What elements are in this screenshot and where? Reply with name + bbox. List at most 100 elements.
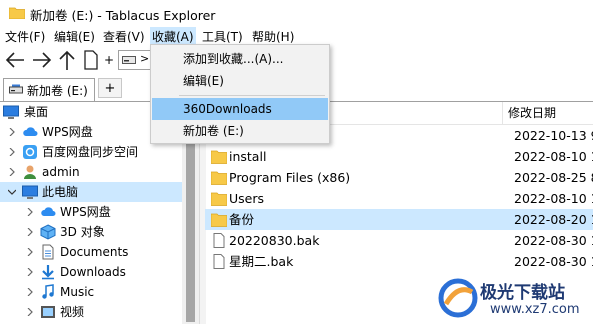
tree-item-wps-cloud-2[interactable]: WPS网盘 bbox=[0, 202, 182, 222]
menu-item-label: 编辑(E) bbox=[183, 74, 224, 88]
file-name: 星期二.bak bbox=[229, 254, 294, 269]
address-bar[interactable]: > bbox=[118, 50, 154, 70]
tree-label: 3D 对象 bbox=[60, 225, 105, 239]
favorites-dropdown-menu: 添加到收藏...(A)... 编辑(E) 360Downloads 新加卷 (E… bbox=[150, 44, 330, 144]
tree-label: 百度网盘同步空间 bbox=[42, 145, 139, 159]
scrollbar-thumb[interactable] bbox=[186, 122, 195, 322]
menu-view[interactable]: 查看(V) bbox=[101, 27, 147, 47]
tree-item-this-pc[interactable]: 此电脑 bbox=[0, 182, 182, 202]
folder-icon bbox=[211, 171, 227, 185]
chevron-right-icon[interactable] bbox=[26, 268, 34, 276]
tree-label: WPS网盘 bbox=[42, 125, 93, 139]
chevron-right-icon[interactable] bbox=[26, 288, 34, 296]
chevron-right-icon[interactable] bbox=[26, 248, 34, 256]
tree-label: Documents bbox=[60, 245, 129, 259]
watermark-logo-icon bbox=[438, 278, 478, 318]
file-name: 备份 bbox=[229, 212, 255, 227]
tree-item-3d-objects[interactable]: 3D 对象 bbox=[0, 222, 182, 242]
arrow-up-icon bbox=[59, 50, 75, 70]
menu-file[interactable]: 文件(F) bbox=[3, 27, 47, 47]
back-button[interactable] bbox=[2, 47, 28, 73]
forward-button[interactable] bbox=[29, 47, 55, 73]
drive-icon bbox=[9, 84, 23, 94]
tab-drive-e[interactable]: 新加卷 (E:) bbox=[3, 78, 95, 101]
folder-icon bbox=[211, 192, 227, 206]
file-row[interactable]: Program Files (x86) 2022-08-25 8: bbox=[205, 167, 593, 188]
file-icon bbox=[213, 254, 225, 269]
arrow-left-icon bbox=[5, 52, 24, 68]
file-name: install bbox=[229, 149, 267, 164]
baidu-icon bbox=[23, 145, 37, 159]
drive-icon bbox=[122, 56, 136, 64]
column-separator[interactable] bbox=[502, 102, 503, 124]
tree-item-downloads[interactable]: Downloads bbox=[0, 262, 182, 282]
file-name: 20220830.bak bbox=[229, 233, 320, 248]
chevron-right-icon[interactable] bbox=[8, 168, 16, 176]
file-date: 2022-08-10 1 bbox=[514, 149, 593, 164]
video-icon bbox=[41, 306, 55, 318]
menu-item-360downloads[interactable]: 360Downloads bbox=[152, 98, 328, 120]
chevron-right-icon[interactable] bbox=[8, 148, 16, 156]
cloud-icon bbox=[23, 127, 38, 136]
menu-item-drive-e[interactable]: 新加卷 (E:) bbox=[152, 120, 328, 142]
arrow-right-icon bbox=[33, 52, 52, 68]
chevron-right-icon[interactable] bbox=[8, 128, 16, 136]
tab-add-button[interactable]: + bbox=[98, 78, 122, 98]
tree-label: Downloads bbox=[60, 265, 126, 279]
file-icon bbox=[213, 233, 225, 248]
tree-item-admin[interactable]: admin bbox=[0, 162, 182, 182]
folder-icon bbox=[211, 150, 227, 164]
tree-item-baidu[interactable]: 百度网盘同步空间 bbox=[0, 142, 182, 162]
download-icon bbox=[42, 265, 54, 280]
window-title: 新加卷 (E:) - Tablacus Explorer bbox=[30, 8, 216, 23]
chevron-right-icon[interactable] bbox=[26, 308, 34, 316]
tree-item-documents[interactable]: Documents bbox=[0, 242, 182, 262]
menu-item-label: 新加卷 (E:) bbox=[183, 124, 244, 138]
tree-label: WPS网盘 bbox=[60, 205, 111, 219]
computer-icon bbox=[22, 185, 38, 199]
watermark-text: 极光下载站 bbox=[480, 283, 565, 303]
tree-label: 桌面 bbox=[24, 105, 49, 119]
tree-item-videos[interactable]: 视频 bbox=[0, 302, 182, 322]
add-button[interactable]: + bbox=[104, 47, 114, 73]
tree-label: 视频 bbox=[60, 305, 85, 319]
title-bar: 新加卷 (E:) - Tablacus Explorer bbox=[0, 0, 593, 26]
menu-item-label: 添加到收藏...(A)... bbox=[183, 52, 284, 66]
file-date: 2022-08-25 8: bbox=[514, 170, 593, 185]
tree-label: 此电脑 bbox=[42, 185, 79, 199]
file-row[interactable]: 星期二.bak 2022-08-30 1 bbox=[205, 251, 593, 272]
user-icon bbox=[24, 165, 36, 179]
file-row[interactable]: install 2022-08-10 1 bbox=[205, 146, 593, 167]
tree-label: Music bbox=[60, 285, 95, 299]
file-name: Users bbox=[229, 191, 265, 206]
column-modified-date[interactable]: 修改日期 bbox=[508, 104, 556, 121]
tree-label: admin bbox=[42, 165, 80, 179]
file-name: Program Files (x86) bbox=[229, 170, 351, 185]
chevron-down-icon[interactable] bbox=[8, 188, 16, 196]
watermark: 极光下载站 www.xz7.com bbox=[436, 276, 593, 322]
new-tab-button[interactable] bbox=[80, 47, 102, 73]
up-button[interactable] bbox=[55, 47, 79, 73]
folder-icon bbox=[9, 7, 25, 19]
document-icon bbox=[84, 50, 98, 70]
file-row[interactable]: 20220830.bak 2022-08-30 1 bbox=[205, 230, 593, 251]
cube-icon bbox=[40, 224, 56, 240]
music-icon bbox=[42, 284, 54, 299]
chevron-right-icon[interactable] bbox=[26, 208, 34, 216]
file-date: 2022-08-30 1 bbox=[514, 233, 593, 248]
menu-item-add-to-favorites[interactable]: 添加到收藏...(A)... bbox=[152, 48, 328, 70]
documents-icon bbox=[42, 244, 54, 260]
chevron-right-icon[interactable] bbox=[26, 228, 34, 236]
menu-edit[interactable]: 编辑(E) bbox=[52, 27, 97, 47]
file-row[interactable]: Users 2022-08-10 1 bbox=[205, 188, 593, 209]
watermark-url: www.xz7.com bbox=[490, 302, 580, 317]
file-date: 2022-08-30 1 bbox=[514, 254, 593, 269]
tree-item-music[interactable]: Music bbox=[0, 282, 182, 302]
file-row-selected[interactable]: 备份 2022-08-20 1 bbox=[205, 209, 593, 230]
menu-item-edit[interactable]: 编辑(E) bbox=[152, 70, 328, 92]
file-date: 2022-10-13 9: bbox=[514, 128, 593, 143]
address-arrow: > bbox=[140, 52, 150, 65]
file-date: 2022-08-20 1 bbox=[514, 212, 593, 227]
tab-label: 新加卷 (E:) bbox=[27, 84, 88, 98]
folder-icon bbox=[211, 213, 227, 227]
